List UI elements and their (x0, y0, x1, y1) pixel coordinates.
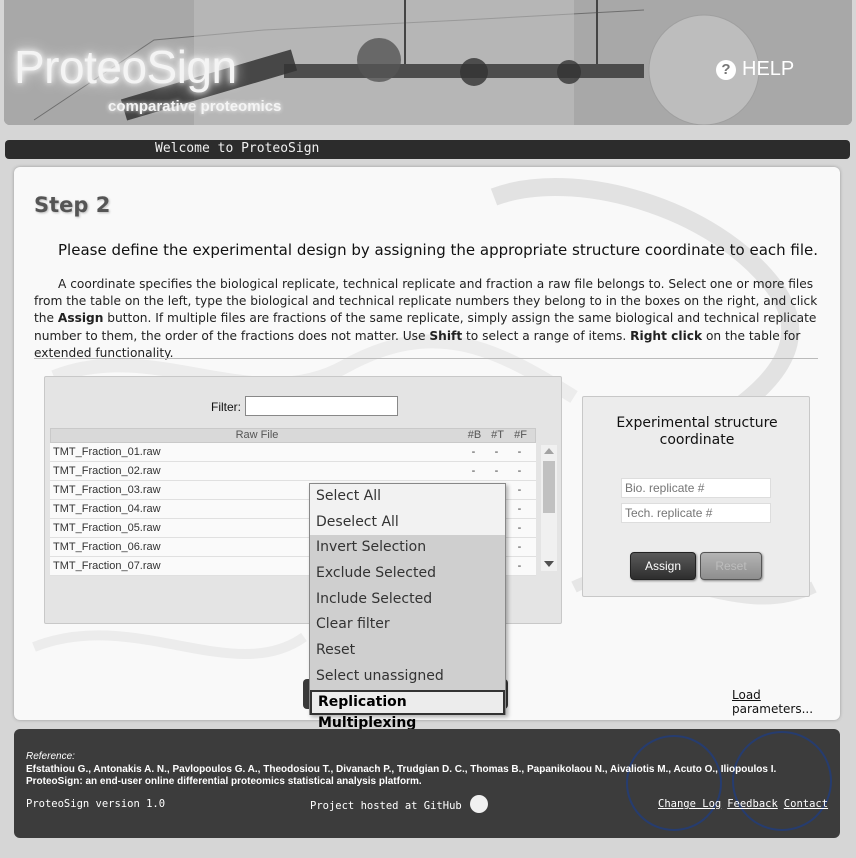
menu-item-deselect-all[interactable]: Deselect All (310, 509, 505, 536)
step-intro: Please define the experimental design by… (58, 241, 819, 259)
help-label: HELP (742, 58, 795, 80)
menu-item-replication-multiplexing[interactable]: Replication Multiplexing (310, 689, 505, 731)
tech-replicate-cell: - (494, 465, 499, 477)
scroll-up-arrow-icon[interactable] (544, 448, 554, 454)
fraction-cell: - (517, 560, 522, 572)
oxford-seal-left-logo (626, 735, 722, 831)
reference-label: Reference: (26, 751, 75, 762)
contact-link[interactable]: Contact (784, 798, 828, 810)
menu-item-select-unassigned[interactable]: Select unassigned (310, 664, 505, 690)
version-text: ProteoSign version 1.0 (26, 798, 166, 810)
change-log-link[interactable]: Change Log (658, 798, 721, 810)
coordinate-panel: Experimental structure coordinate Assign… (582, 396, 810, 597)
step-title: Step 2 (34, 193, 111, 217)
scroll-down-arrow-icon[interactable] (544, 561, 554, 567)
menu-item-invert-selection[interactable]: Invert Selection (310, 535, 505, 561)
table-scrollbar[interactable] (541, 445, 557, 571)
table-row[interactable]: TMT_Fraction_01.raw - - - (50, 443, 536, 462)
bio-replicate-cell: - (471, 446, 476, 458)
footer: Reference: Efstathiou G., Antonakis A. N… (14, 729, 840, 838)
fraction-cell: - (517, 522, 522, 534)
raw-file-name: TMT_Fraction_02.raw (53, 465, 161, 477)
tech-replicate-cell: - (494, 446, 499, 458)
assign-button[interactable]: Assign (630, 552, 696, 580)
menu-item-exclude-selected[interactable]: Exclude Selected (310, 561, 505, 587)
filter-label: Filter: (211, 400, 241, 414)
header-banner: ProteoSign comparative proteomics ? HELP (4, 0, 852, 125)
welcome-text: Welcome to ProteoSign (155, 141, 320, 156)
logo-title: ProteoSign (14, 41, 237, 93)
table-header: Raw File #B #T #F (50, 428, 536, 443)
load-parameters: Load parameters... (732, 688, 840, 716)
bio-replicate-cell: - (471, 465, 476, 477)
menu-item-reset[interactable]: Reset (310, 638, 505, 664)
menu-item-clear-filter[interactable]: Clear filter (310, 612, 505, 638)
fraction-cell: - (517, 484, 522, 496)
welcome-bar: Welcome to ProteoSign (5, 140, 850, 159)
menu-item-select-all[interactable]: Select All (310, 484, 505, 510)
fraction-cell: - (517, 541, 522, 553)
scroll-thumb[interactable] (543, 461, 555, 513)
tech-replicate-input[interactable] (621, 503, 771, 523)
github-icon[interactable] (469, 795, 488, 813)
divider (34, 358, 818, 359)
column-header-raw-file[interactable]: Raw File (51, 429, 463, 442)
fraction-cell: - (517, 465, 522, 477)
column-header-t[interactable]: #T (486, 429, 509, 442)
logo-subtitle: comparative proteomics (108, 98, 282, 115)
load-link[interactable]: Load (732, 688, 761, 702)
menu-item-include-selected[interactable]: Include Selected (310, 587, 505, 613)
reset-button[interactable]: Reset (700, 552, 762, 580)
oxford-seal-right-logo (732, 731, 832, 831)
coordinate-panel-title: Experimental structure coordinate (616, 415, 778, 448)
help-button[interactable]: ? HELP (716, 58, 794, 81)
reference-paper: ProteoSign: an end-user online different… (26, 776, 422, 787)
filter-input[interactable] (245, 396, 398, 416)
table-row[interactable]: TMT_Fraction_02.raw - - - (50, 462, 536, 481)
step-description: A coordinate specifies the biological re… (34, 277, 818, 360)
github-link[interactable]: Project hosted at GitHub (310, 795, 488, 813)
footer-links: Change Log Feedback Contact (658, 798, 828, 810)
reference-authors: Efstathiou G., Antonakis A. N., Pavlopou… (26, 764, 777, 775)
raw-file-name: TMT_Fraction_01.raw (53, 446, 161, 458)
table-context-menu: Select All Deselect All Invert Selection… (309, 483, 506, 731)
github-text: Project hosted at GitHub (310, 799, 462, 812)
feedback-link[interactable]: Feedback (727, 798, 778, 810)
bio-replicate-input[interactable] (621, 478, 771, 498)
question-circle-icon: ? (716, 59, 736, 80)
column-header-f[interactable]: #F (509, 429, 532, 442)
fraction-cell: - (517, 503, 522, 515)
load-parameters-text: parameters... (732, 702, 814, 716)
fraction-cell: - (517, 446, 522, 458)
column-header-b[interactable]: #B (463, 429, 486, 442)
